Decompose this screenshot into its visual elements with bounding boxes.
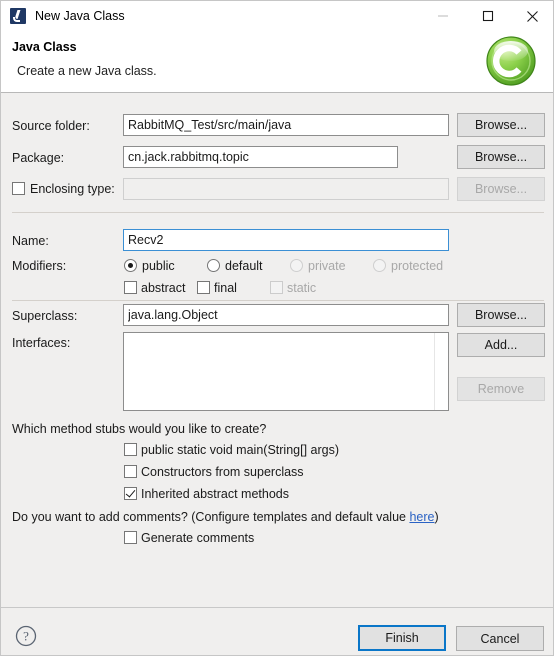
window-title: New Java Class — [35, 9, 125, 23]
stub-label-main-method: public static void main(String[] args) — [141, 443, 339, 457]
green-c-wizard-icon — [486, 36, 536, 86]
superclass-input[interactable] — [123, 304, 449, 326]
stub-label-constructors: Constructors from superclass — [141, 465, 304, 479]
cancel-button[interactable]: Cancel — [456, 626, 544, 651]
stub-label-inherited-abstract: Inherited abstract methods — [141, 487, 289, 501]
modifier-label-final: final — [214, 281, 237, 295]
generate-comments-checkbox[interactable] — [124, 531, 137, 544]
stub-checkbox-inherited-abstract[interactable] — [124, 487, 137, 500]
title-bar: New Java Class — [1, 1, 553, 31]
comments-question-suffix: ) — [434, 510, 439, 524]
svg-text:?: ? — [23, 629, 29, 644]
modifier-radio-default[interactable] — [207, 259, 220, 272]
divider-1 — [12, 212, 544, 213]
source-folder-browse-button[interactable]: Browse... — [457, 113, 545, 137]
interfaces-add-button[interactable]: Add... — [457, 333, 545, 357]
modifier-radio-private — [290, 259, 303, 272]
modifiers-label: Modifiers: — [12, 259, 67, 273]
enclosing-type-label: Enclosing type: — [30, 182, 115, 196]
interfaces-list[interactable] — [123, 332, 449, 411]
enclosing-type-input — [123, 178, 449, 200]
modifier-label-public: public — [142, 259, 175, 273]
modifier-label-static: static — [287, 281, 317, 295]
source-folder-label: Source folder: — [12, 119, 90, 133]
modifier-checkbox-static — [270, 281, 283, 294]
modifier-checkbox-abstract[interactable] — [124, 281, 137, 294]
maximize-icon[interactable] — [465, 1, 510, 31]
interfaces-remove-button: Remove — [457, 377, 545, 401]
comments-question-prefix: Do you want to add comments? (Configure … — [12, 510, 410, 524]
package-browse-button[interactable]: Browse... — [457, 145, 545, 169]
configure-templates-link[interactable]: here — [409, 510, 434, 524]
modifier-label-abstract: abstract — [141, 281, 186, 295]
interfaces-label: Interfaces: — [12, 336, 71, 350]
enclosing-type-browse-button: Browse... — [457, 177, 545, 201]
page-subtitle: Create a new Java class. — [17, 64, 157, 78]
name-label: Name: — [12, 234, 49, 248]
enclosing-type-checkbox[interactable] — [12, 182, 25, 195]
modifier-label-default: default — [225, 259, 263, 273]
finish-button[interactable]: Finish — [358, 625, 446, 651]
name-input[interactable] — [123, 229, 449, 251]
modifier-radio-protected — [373, 259, 386, 272]
wizard-header: Java Class Create a new Java class. — [1, 31, 553, 93]
new-java-class-dialog: New Java Class Java Class Create a new J… — [0, 0, 554, 656]
superclass-label: Superclass: — [12, 309, 78, 323]
package-input[interactable] — [123, 146, 398, 168]
help-icon[interactable]: ? — [15, 625, 37, 647]
window-controls — [420, 1, 553, 31]
page-title: Java Class — [12, 40, 77, 54]
stub-checkbox-main-method[interactable] — [124, 443, 137, 456]
method-stubs-question: Which method stubs would you like to cre… — [12, 422, 267, 436]
interfaces-scrollbar[interactable] — [434, 333, 448, 410]
comments-question: Do you want to add comments? (Configure … — [12, 510, 439, 524]
modifier-label-protected: protected — [391, 259, 444, 273]
generate-comments-label: Generate comments — [141, 531, 255, 545]
modifier-checkbox-final[interactable] — [197, 281, 210, 294]
superclass-browse-button[interactable]: Browse... — [457, 303, 545, 327]
java-class-icon — [10, 8, 26, 24]
modifier-label-private: private — [308, 259, 346, 273]
close-icon[interactable] — [510, 1, 553, 31]
source-folder-input[interactable] — [123, 114, 449, 136]
stub-checkbox-constructors[interactable] — [124, 465, 137, 478]
package-label: Package: — [12, 151, 65, 165]
divider-2 — [12, 300, 544, 301]
minimize-icon[interactable] — [420, 1, 465, 31]
modifier-radio-public[interactable] — [124, 259, 137, 272]
